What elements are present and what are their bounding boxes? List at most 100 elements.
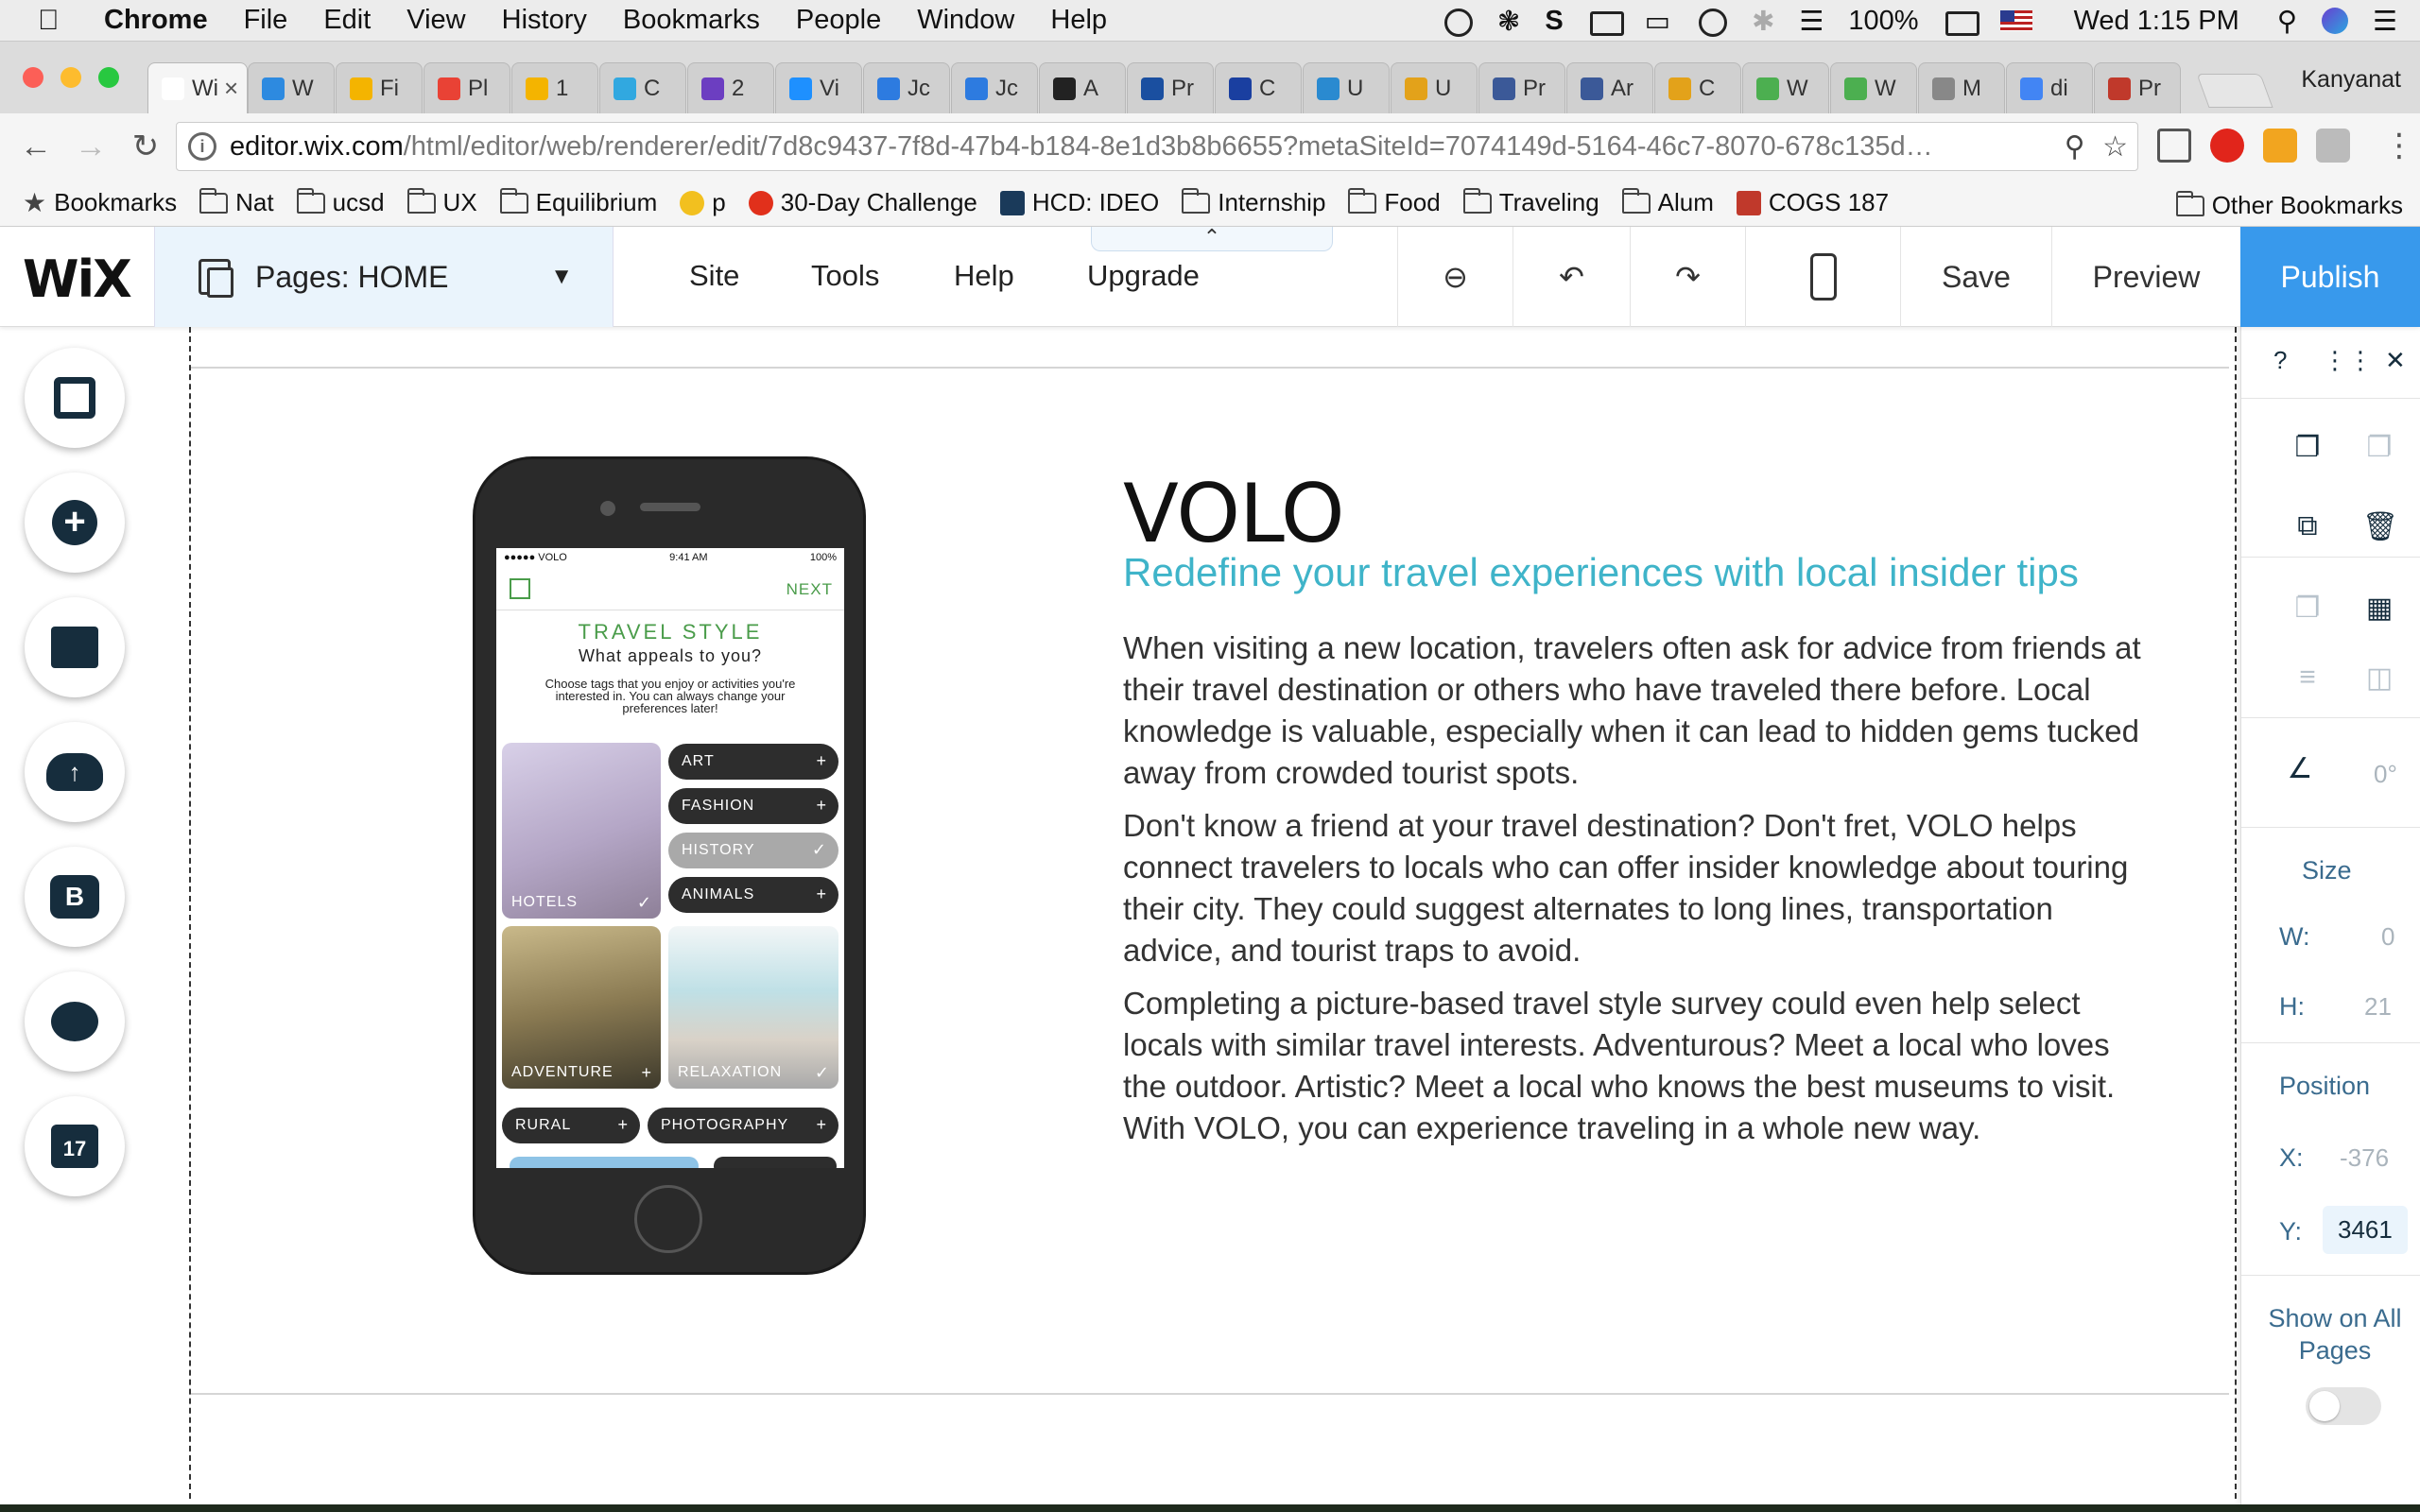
send-backward-icon[interactable]: ❐ [2290,592,2325,629]
distribute-icon[interactable]: ◫ [2362,662,2396,699]
close-icon[interactable]: ✕ [2385,346,2406,375]
help-icon[interactable]: ? [2273,346,2287,375]
app-menu[interactable]: Chrome [104,5,208,36]
browser-tab[interactable]: Jc [863,62,950,113]
browser-tab[interactable]: Jc [951,62,1038,113]
y-input[interactable]: 3461 [2323,1206,2408,1254]
store-tool-button[interactable] [25,597,125,697]
bookmark-item[interactable]: ucsd [296,187,385,217]
back-arrow-icon[interactable]: ← [17,128,55,165]
clock[interactable]: Wed 1:15 PM [2074,6,2239,37]
extension-badge-icon[interactable] [2263,129,2297,163]
time-machine-icon[interactable] [1695,9,1728,37]
forward-arrow-icon[interactable]: → [72,128,110,165]
phone-mockup-image[interactable]: ●●●●● VOLO 9:41 AM 100% NEXT TRAVEL STYL… [475,459,863,1272]
bookmark-item[interactable]: Internship [1182,187,1325,217]
bookmark-item[interactable]: p [680,188,726,217]
browser-tab[interactable]: W [248,62,335,113]
bookmark-item[interactable]: Food [1348,187,1441,217]
minimize-window-button[interactable] [60,67,81,88]
nav-site[interactable]: Site [689,259,739,293]
menu-bookmarks[interactable]: Bookmarks [623,5,760,36]
upload-tool-button[interactable]: ↑ [25,722,125,822]
browser-tab[interactable]: U [1303,62,1390,113]
browser-tab[interactable]: A [1039,62,1126,113]
nav-help[interactable]: Help [954,259,1014,293]
nav-upgrade[interactable]: Upgrade [1087,259,1200,293]
rotation-value[interactable]: 0° [2374,760,2397,789]
acrobat-icon[interactable]: ❃ [1497,5,1520,38]
browser-tab[interactable]: Ar [1566,62,1653,113]
menu-edit[interactable]: Edit [323,5,371,36]
bluetooth-icon[interactable]: ✱ [1752,5,1774,38]
skype-icon[interactable]: S [1545,6,1563,37]
redo-button[interactable]: ↷ [1630,227,1745,327]
bookmark-item[interactable]: COGS 187 [1736,188,1889,217]
save-button[interactable]: Save [1900,227,2051,327]
bookmark-item[interactable]: Traveling [1462,187,1599,217]
browser-tab[interactable]: M [1918,62,2005,113]
new-tab-button[interactable] [2196,74,2273,108]
bring-forward-icon[interactable]: ▦ [2362,592,2396,629]
browser-tab[interactable]: Pl [424,62,510,113]
browser-tab[interactable]: U [1391,62,1478,113]
zoom-icon[interactable]: ⚲ [2065,131,2085,163]
preview-button[interactable]: Preview [2051,227,2240,327]
page-tagline[interactable]: Redefine your travel experiences with lo… [1123,550,2079,595]
address-bar[interactable]: i editor.wix.com /html/editor/web/render… [176,122,2138,171]
menu-view[interactable]: View [406,5,465,36]
browser-tab[interactable]: 2 [687,62,774,113]
pages-dropdown[interactable]: Pages: HOME ▼ [154,227,614,327]
menu-window[interactable]: Window [917,5,1014,36]
bookmark-item[interactable]: Nat [199,187,274,217]
paste-icon[interactable]: ❐ [2362,431,2396,469]
bookmark-item[interactable]: UX [406,187,477,217]
other-bookmarks-folder[interactable]: Other Bookmarks [2175,190,2403,220]
extension-puzzle-icon[interactable] [2316,129,2350,163]
wix-logo[interactable]: WiX [23,249,132,309]
cast-icon[interactable] [2157,129,2191,163]
copy-icon[interactable]: ❐ [2290,431,2325,469]
wifi-icon[interactable]: ☰ [1799,5,1824,38]
site-info-icon[interactable]: i [188,132,216,161]
page-title[interactable]: VOLO [1123,467,1345,561]
browser-tab[interactable]: Fi [336,62,423,113]
duplicate-icon[interactable]: ⧉ [2290,510,2325,548]
chat-tool-button[interactable] [25,971,125,1072]
background-tool-button[interactable] [25,348,125,448]
apple-menu-icon[interactable]:  [38,5,76,37]
browser-tab[interactable]: W [1830,62,1917,113]
browser-tab[interactable]: di [2006,62,2093,113]
browser-tab[interactable]: C [1654,62,1741,113]
zoom-out-button[interactable]: ⊖ [1397,227,1512,327]
collapse-topbar-button[interactable]: ⌃ [1091,227,1333,251]
siri-icon[interactable] [2322,8,2348,34]
x-input[interactable]: -376 [2340,1143,2389,1173]
drag-handle-icon[interactable]: ⋮⋮ [2323,346,2374,375]
menu-help[interactable]: Help [1050,5,1107,36]
chrome-menu-icon[interactable]: ⋮ [2380,127,2418,164]
bookmark-item[interactable]: HCD: IDEO [999,188,1159,217]
browser-tab[interactable]: Vi [775,62,862,113]
bookmark-item[interactable]: 30-Day Challenge [748,188,977,217]
width-input[interactable]: 0 [2381,922,2394,952]
battery-icon[interactable] [1944,9,1979,36]
menu-people[interactable]: People [796,5,881,36]
bookmark-item[interactable]: Alum [1621,187,1714,217]
profile-name[interactable]: Kanyanat [2301,66,2401,94]
browser-tab[interactable]: Wi × [147,62,248,113]
mobile-view-button[interactable] [1745,227,1900,327]
menu-history[interactable]: History [502,5,587,36]
creative-cloud-icon[interactable] [1441,9,1474,37]
bookings-tool-button[interactable]: 17 [25,1096,125,1196]
browser-tab[interactable]: 1 [511,62,598,113]
reload-icon[interactable]: ↻ [127,128,164,165]
input-source-flag-icon[interactable] [1999,10,2032,31]
blog-tool-button[interactable]: B [25,847,125,947]
nav-tools[interactable]: Tools [811,259,879,293]
adblock-extension-icon[interactable] [2210,129,2244,163]
align-icon[interactable]: ≡ [2290,662,2325,699]
browser-tab[interactable]: Pr [1478,62,1565,113]
browser-tab[interactable]: Pr [2094,62,2181,113]
menu-file[interactable]: File [244,5,288,36]
